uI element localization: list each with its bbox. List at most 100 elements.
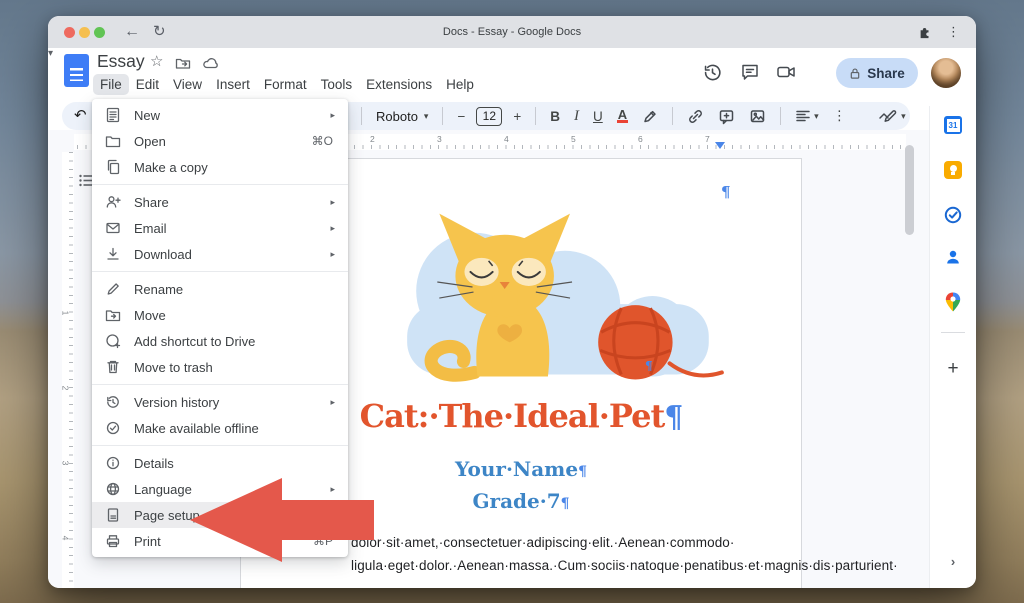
version-history-icon[interactable] [702, 62, 723, 88]
meet-video-icon[interactable] [776, 62, 797, 87]
menu-format[interactable]: Format [257, 74, 314, 95]
toolbar-divider [361, 107, 362, 125]
add-addon-button[interactable]: + [947, 358, 958, 380]
globe-icon [105, 481, 121, 497]
menu-help[interactable]: Help [439, 74, 481, 95]
menu-tools[interactable]: Tools [314, 74, 360, 95]
toolbar-divider [780, 107, 781, 125]
menu-item-open[interactable]: Open ⌘O [92, 128, 348, 154]
menu-file[interactable]: File [93, 74, 129, 95]
expand-panel-chevron-icon[interactable]: › [951, 554, 955, 569]
download-icon [105, 246, 121, 262]
essay-body: dolor·sit·amet,·consectetuer·adipiscing·… [351, 531, 791, 577]
rail-divider [941, 332, 965, 333]
submenu-arrow-icon: ▸ [330, 397, 348, 408]
move-folder-icon[interactable] [175, 55, 191, 76]
toolbar-divider [535, 107, 536, 125]
docs-header: Essay ☆ File Edit View Insert Format Too… [48, 48, 976, 100]
maps-icon[interactable] [945, 292, 961, 317]
printer-icon [105, 533, 121, 549]
align-left-icon[interactable]: ▾ [788, 108, 826, 124]
keep-icon[interactable] [944, 161, 962, 179]
chevron-down-icon: ▾ [898, 111, 906, 122]
menu-item-move-to-trash[interactable]: Move to trash [92, 354, 348, 380]
info-icon [105, 455, 121, 471]
indent-marker[interactable] [715, 142, 725, 149]
menu-item-details[interactable]: Details [92, 450, 348, 476]
menu-edit[interactable]: Edit [129, 74, 166, 95]
underline-button[interactable]: U [586, 109, 610, 124]
menu-item-email[interactable]: Email ▸ [92, 215, 348, 241]
italic-button[interactable]: I [567, 108, 586, 125]
add-comment-icon[interactable] [711, 108, 742, 125]
text-color-button[interactable]: A [610, 109, 635, 123]
copy-icon [105, 159, 121, 175]
menu-item-move[interactable]: Move [92, 302, 348, 328]
menu-divider [92, 184, 348, 185]
extensions-icon[interactable] [918, 25, 932, 44]
browser-window: ← ↻ Docs - Essay - Google Docs ⋮ Essay ☆… [48, 16, 976, 588]
menu-divider [92, 384, 348, 385]
vertical-ruler: 1 2 3 4 [62, 152, 74, 588]
paragraph-mark: ¶ [561, 496, 570, 512]
insert-link-icon[interactable] [680, 108, 711, 125]
new-doc-icon [105, 107, 121, 123]
account-avatar[interactable] [931, 58, 961, 88]
cat-illustration[interactable] [379, 185, 751, 387]
menu-item-make-available-offline[interactable]: Make available offline [92, 415, 348, 441]
browser-menu-icon[interactable]: ⋮ [947, 16, 960, 48]
menu-view[interactable]: View [166, 74, 209, 95]
hide-menus-chevron-icon[interactable] [870, 110, 898, 122]
body-line: ligula·eget·dolor.·Aenean·massa.·Cum·soc… [351, 554, 791, 577]
font-family-select[interactable]: Roboto ▾ [369, 109, 435, 124]
font-size-input[interactable]: 12 [476, 107, 502, 126]
trash-icon [105, 359, 121, 375]
menu-item-version-history[interactable]: Version history ▸ [92, 389, 348, 415]
doc-title[interactable]: Essay [97, 51, 145, 72]
docs-logo-icon[interactable] [64, 54, 89, 87]
star-icon[interactable]: ☆ [150, 52, 163, 70]
contacts-icon[interactable] [944, 248, 962, 271]
red-arrow-annotation [190, 478, 374, 562]
pencil-icon [105, 281, 121, 297]
menu-divider [92, 445, 348, 446]
chevron-down-icon: ▾ [421, 111, 429, 122]
toolbar-divider [442, 107, 443, 125]
submenu-arrow-icon: ▸ [330, 110, 348, 121]
calendar-icon[interactable]: 31 [944, 116, 962, 134]
insert-image-icon[interactable] [742, 108, 773, 125]
comments-icon[interactable] [740, 62, 760, 87]
show-outline-icon[interactable] [79, 174, 93, 192]
tasks-icon[interactable] [944, 206, 962, 229]
menubar: File Edit View Insert Format Tools Exten… [93, 74, 481, 95]
highlight-color-button[interactable] [635, 108, 665, 124]
menu-item-make-a-copy[interactable]: Make a copy [92, 154, 348, 180]
menu-item-share[interactable]: Share ▸ [92, 189, 348, 215]
folder-move-icon [105, 307, 121, 323]
menu-insert[interactable]: Insert [209, 74, 257, 95]
paragraph-mark: ¶ [578, 464, 587, 480]
toolbar-divider [672, 107, 673, 125]
font-size-decrease-button[interactable]: − [450, 109, 472, 124]
browser-titlebar: ← ↻ Docs - Essay - Google Docs ⋮ [48, 16, 976, 49]
menu-item-new[interactable]: New ▸ [92, 102, 348, 128]
scrollbar-thumb[interactable] [905, 145, 914, 235]
bold-button[interactable]: B [543, 109, 567, 124]
tab-title: Docs - Essay - Google Docs [48, 16, 976, 48]
side-panel-rail: 31 + › [929, 106, 976, 588]
cloud-saved-icon[interactable] [202, 55, 219, 76]
font-size-increase-button[interactable]: + [506, 109, 528, 124]
menu-extensions[interactable]: Extensions [359, 74, 439, 95]
menu-item-rename[interactable]: Rename [92, 276, 348, 302]
menu-item-add-shortcut-to-drive[interactable]: Add shortcut to Drive [92, 328, 348, 354]
submenu-arrow-icon: ▸ [330, 197, 348, 208]
submenu-arrow-icon: ▸ [330, 249, 348, 260]
share-button[interactable]: Share [836, 58, 918, 88]
undo-icon[interactable]: ↶ [74, 102, 87, 130]
menu-item-download[interactable]: Download ▸ [92, 241, 348, 267]
share-label: Share [867, 66, 905, 81]
submenu-arrow-icon: ▸ [330, 223, 348, 234]
chevron-down-icon: ▾ [811, 111, 819, 122]
offline-check-icon [105, 420, 121, 436]
more-options-icon[interactable]: ⋮ [826, 108, 854, 124]
